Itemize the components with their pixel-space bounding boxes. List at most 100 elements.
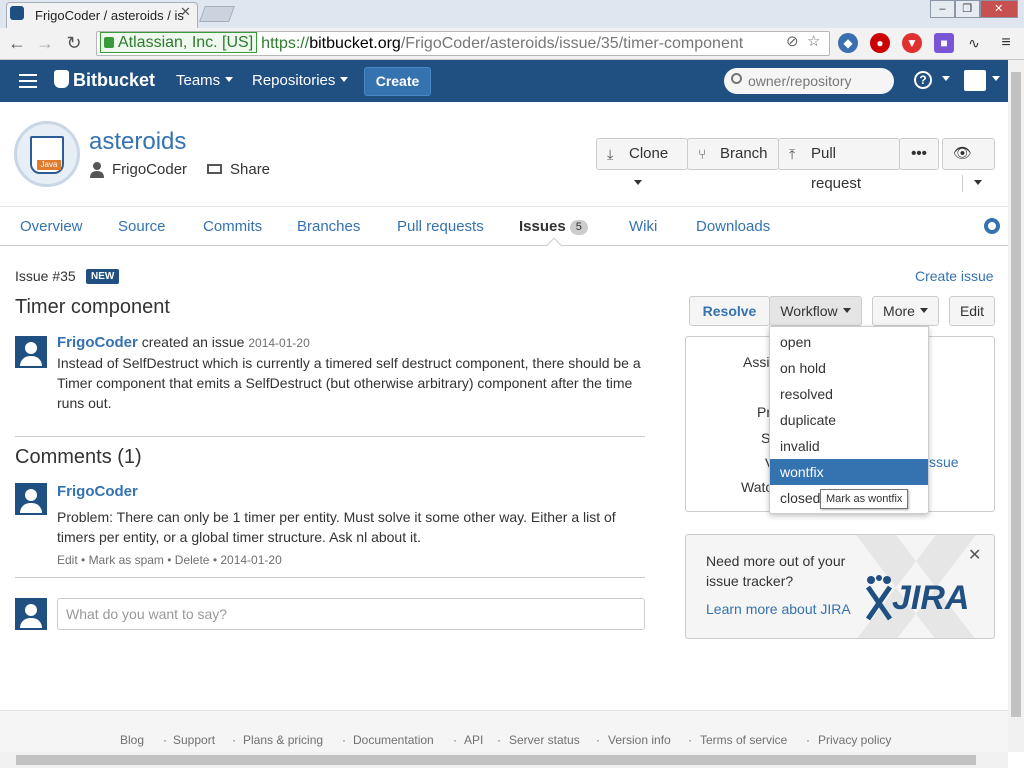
chevron-down-icon xyxy=(942,76,950,81)
extension-pulse-icon[interactable]: ∿ xyxy=(964,33,984,53)
comment-meta: Edit • Mark as spam • Delete • 2014-01-2… xyxy=(57,553,282,567)
pull-request-button[interactable]: ⤒ Pull request xyxy=(778,138,900,192)
more-button[interactable]: More xyxy=(872,296,939,326)
browser-tab[interactable]: FrigoCoder / asteroids / is xyxy=(6,2,198,28)
footer-link-blog[interactable]: Blog xyxy=(120,733,144,747)
repo-nav: Overview Source Commits Branches Pull re… xyxy=(0,206,1008,246)
avatar[interactable] xyxy=(15,483,47,515)
comment-edit-link[interactable]: Edit xyxy=(57,553,78,567)
workflow-option-wontfix[interactable]: wontfix xyxy=(770,459,928,485)
help-caret[interactable] xyxy=(937,71,950,87)
repo-name[interactable]: asteroids xyxy=(89,128,186,156)
bitbucket-logo[interactable]: Bitbucket xyxy=(54,70,155,91)
jira-learn-more-link[interactable]: Learn more about JIRA xyxy=(706,601,851,617)
maximize-icon[interactable]: ❐ xyxy=(954,0,980,18)
comment-author-link[interactable]: FrigoCoder xyxy=(57,483,138,500)
new-tab-button[interactable] xyxy=(199,6,235,22)
watch-caret[interactable] xyxy=(962,175,982,192)
bitbucket-bucket-icon xyxy=(54,70,69,88)
logo-text: Bitbucket xyxy=(73,70,156,90)
extension-stop-icon[interactable]: ● xyxy=(870,33,890,53)
workflow-option-invalid[interactable]: invalid xyxy=(770,433,928,459)
tab-overview[interactable]: Overview xyxy=(20,218,83,235)
user-avatar[interactable] xyxy=(964,70,986,91)
ev-certificate-badge[interactable]: Atlassian, Inc. [US] xyxy=(100,32,258,54)
extension-pocket-icon[interactable]: ▼ xyxy=(902,33,922,53)
horizontal-scrollbar[interactable] xyxy=(0,752,1008,768)
bookmark-star-icon[interactable]: ☆ xyxy=(807,32,820,50)
comment-delete-link[interactable]: Delete xyxy=(175,553,210,567)
tab-issues[interactable]: Issues 5 xyxy=(519,218,588,235)
repo-search-input[interactable]: owner/repository xyxy=(724,68,894,94)
issue-author-link[interactable]: FrigoCoder xyxy=(57,334,138,351)
teams-menu[interactable]: Teams xyxy=(176,72,234,89)
vote-issue-link[interactable]: ssue xyxy=(929,454,959,470)
tab-commits[interactable]: Commits xyxy=(203,218,262,235)
footer-link-version-info[interactable]: Version info xyxy=(608,733,671,747)
comment-input[interactable]: What do you want to say? xyxy=(57,598,645,630)
branch-label: Branch xyxy=(720,145,768,162)
create-button[interactable]: Create xyxy=(364,67,431,96)
workflow-option-duplicate[interactable]: duplicate xyxy=(770,407,928,433)
forward-icon[interactable]: → xyxy=(34,32,56,54)
chrome-menu-icon[interactable]: ≡ xyxy=(996,33,1016,53)
workflow-option-on-hold[interactable]: on hold xyxy=(770,355,928,381)
repositories-menu[interactable]: Repositories xyxy=(252,72,349,89)
footer-link-plans[interactable]: Plans & pricing xyxy=(243,733,323,747)
close-icon[interactable]: ✕ xyxy=(968,545,981,565)
close-window-icon[interactable]: ✕ xyxy=(979,0,1018,18)
user-icon xyxy=(90,162,104,178)
watchers-label: Watc xyxy=(741,479,773,495)
edit-button[interactable]: Edit xyxy=(949,296,995,326)
settings-gear-icon[interactable] xyxy=(984,218,1000,234)
envelope-icon xyxy=(207,164,222,174)
tab-wiki[interactable]: Wiki xyxy=(629,218,657,235)
close-tab-icon[interactable]: ✕ xyxy=(180,4,191,20)
chevron-down-icon xyxy=(634,180,642,185)
avatar[interactable] xyxy=(15,336,47,368)
extension-screen-icon[interactable]: ■ xyxy=(934,33,954,53)
reload-icon[interactable]: ↻ xyxy=(63,32,85,54)
share-link[interactable]: Share xyxy=(230,161,270,178)
tab-downloads[interactable]: Downloads xyxy=(696,218,770,235)
tab-pull-requests[interactable]: Pull requests xyxy=(397,218,484,235)
tab-branches[interactable]: Branches xyxy=(297,218,360,235)
repo-owner-link[interactable]: FrigoCoder xyxy=(112,161,187,178)
vertical-scrollbar[interactable] xyxy=(1008,60,1024,752)
repo-avatar[interactable]: Java xyxy=(14,121,80,187)
footer-link-server-status[interactable]: Server status xyxy=(509,733,580,747)
help-icon[interactable]: ? xyxy=(914,71,932,89)
branch-button[interactable]: ⑂ Branch xyxy=(687,138,779,170)
scroll-thumb[interactable] xyxy=(16,755,976,765)
workflow-dropdown: open on hold resolved duplicate invalid … xyxy=(769,326,929,514)
scroll-thumb[interactable] xyxy=(1011,72,1021,717)
comment-text: Problem: There can only be 1 timer per e… xyxy=(57,509,616,545)
address-bar[interactable]: Atlassian, Inc. [US] https://bitbucket.or… xyxy=(96,31,830,56)
divider xyxy=(15,577,645,578)
tab-source[interactable]: Source xyxy=(118,218,166,235)
footer-link-support[interactable]: Support xyxy=(173,733,215,747)
extension-drop-icon[interactable]: ◆ xyxy=(838,33,858,53)
footer-link-privacy[interactable]: Privacy policy xyxy=(818,733,891,747)
blocked-content-icon[interactable]: ⊘ xyxy=(786,32,799,50)
workflow-option-open[interactable]: open xyxy=(770,329,928,355)
more-actions-button[interactable]: ••• xyxy=(899,138,939,170)
comment-spam-link[interactable]: Mark as spam xyxy=(89,553,164,567)
footer-link-terms[interactable]: Terms of service xyxy=(700,733,787,747)
footer-link-api[interactable]: API xyxy=(464,733,483,747)
issue-description: Instead of SelfDestruct which is current… xyxy=(57,355,641,411)
workflow-button[interactable]: Workflow xyxy=(769,296,862,326)
menu-icon[interactable] xyxy=(19,74,37,88)
footer-link-documentation[interactable]: Documentation xyxy=(353,733,434,747)
jira-mark-icon xyxy=(866,575,892,621)
footer-separator: · xyxy=(497,733,501,747)
clone-button[interactable]: ⤓ Clone xyxy=(596,138,688,185)
user-caret[interactable] xyxy=(987,71,1000,87)
workflow-option-resolved[interactable]: resolved xyxy=(770,381,928,407)
minimize-icon[interactable]: – xyxy=(930,0,955,18)
resolve-button[interactable]: Resolve xyxy=(689,296,770,326)
teams-label: Teams xyxy=(176,72,221,89)
watch-button[interactable]: 👁 xyxy=(942,138,995,192)
back-icon[interactable]: ← xyxy=(6,32,28,54)
create-issue-link[interactable]: Create issue xyxy=(915,268,994,284)
